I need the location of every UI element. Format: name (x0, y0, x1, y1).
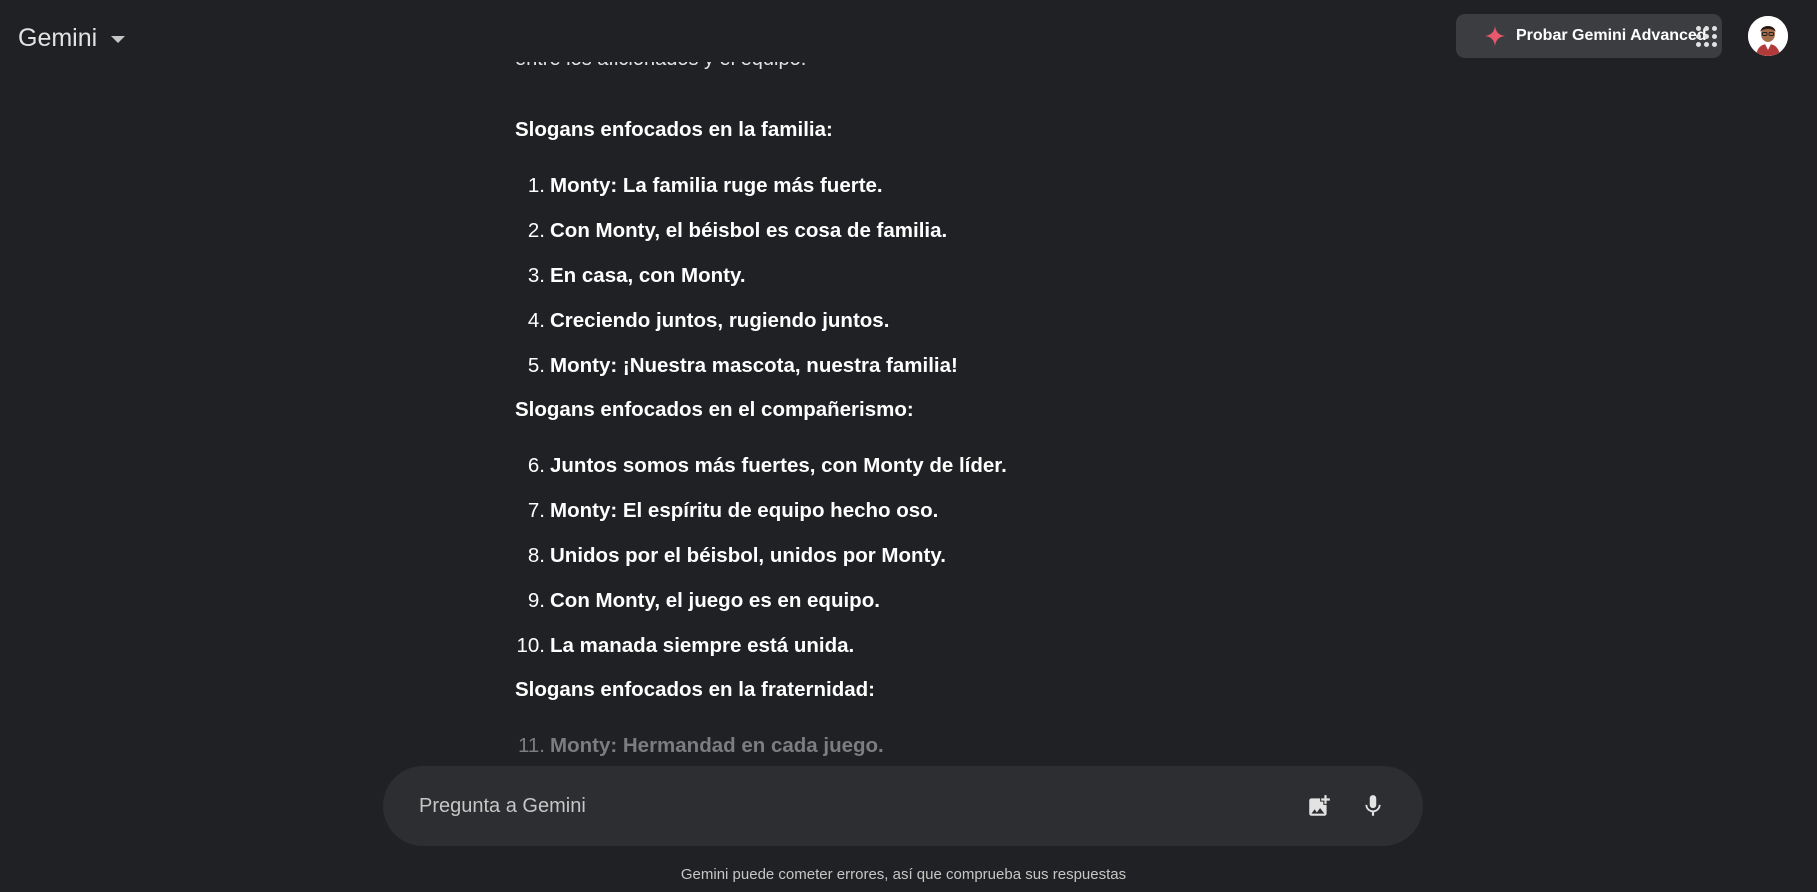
list-item: 11. Monty: Hermandad en cada juego. (518, 734, 884, 757)
prompt-bar (383, 766, 1423, 846)
gemini-app: Gemini Probar Gemini Advanced entre los … (0, 0, 1817, 892)
caret-down-icon (111, 36, 126, 43)
prompt-input[interactable] (417, 793, 1285, 819)
section-heading-companionship: Slogans enfocados en el compañerismo: (515, 398, 914, 421)
list-item: 1. Monty: La familia ruge más fuerte. (527, 174, 883, 197)
list-item: 9. Con Monty, el juego es en equipo. (527, 589, 880, 612)
list-item: 4. Creciendo juntos, rugiendo juntos. (527, 309, 890, 332)
list-item: 8. Unidos por el béisbol, unidos por Mont… (527, 544, 946, 567)
add-image-button[interactable] (1299, 786, 1339, 826)
partial-paragraph: entre los aficionados y el equipo. (515, 62, 806, 71)
microphone-icon (1365, 795, 1381, 816)
section-heading-fraternity: Slogans enfocados en la fraternidad: (515, 678, 875, 701)
list-item: 6. Juntos somos más fuertes, con Monty de… (527, 454, 1007, 477)
list-item: 7. Monty: El espíritu de equipo hecho oso… (527, 499, 939, 522)
apps-grid-icon[interactable] (1696, 26, 1718, 48)
conversation-area[interactable]: entre los aficionados y el equipo. Sloga… (0, 62, 1817, 762)
sparkle-icon (1484, 25, 1506, 47)
section-heading-family: Slogans enfocados en la familia: (515, 118, 833, 141)
upgrade-button[interactable]: Probar Gemini Advanced (1456, 14, 1722, 58)
app-name: Gemini (18, 23, 98, 52)
avatar-icon (1748, 16, 1788, 56)
add-image-icon (1309, 795, 1330, 816)
upgrade-label: Probar Gemini Advanced (1516, 27, 1707, 44)
user-avatar[interactable] (1748, 16, 1788, 56)
model-selector[interactable]: Gemini (18, 20, 126, 56)
microphone-button[interactable] (1353, 786, 1393, 826)
list-item: 5. Monty: ¡Nuestra mascota, nuestra famil… (527, 354, 958, 377)
list-item: 3. En casa, con Monty. (527, 264, 746, 287)
list-item: 10. La manada siempre está unida. (516, 634, 855, 657)
list-item: 2. Con Monty, el béisbol es cosa de famil… (527, 219, 948, 242)
disclaimer-text: Gemini puede cometer errores, así que co… (680, 866, 1127, 883)
